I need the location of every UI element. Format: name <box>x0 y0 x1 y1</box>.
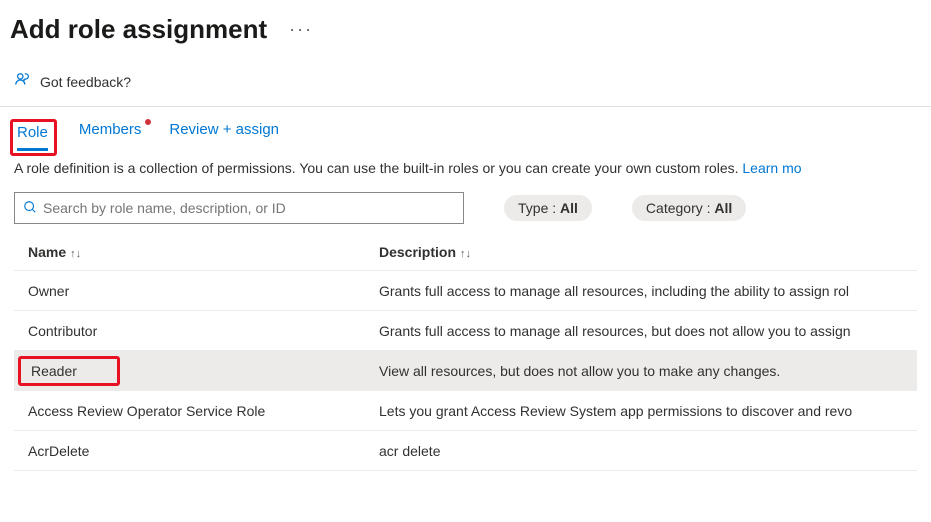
table-row[interactable]: AcrDelete acr delete <box>14 431 917 471</box>
table-header: Name↑↓ Description↑↓ <box>14 234 917 271</box>
feedback-label: Got feedback? <box>40 74 131 90</box>
more-actions-button[interactable]: ··· <box>285 15 317 44</box>
learn-more-link[interactable]: Learn mo <box>742 160 801 176</box>
tab-review-assign[interactable]: Review + assign <box>169 121 279 148</box>
table-row[interactable]: Access Review Operator Service Role Lets… <box>14 391 917 431</box>
role-name: Owner <box>14 283 379 299</box>
filter-type-pill[interactable]: Type : All <box>504 195 592 221</box>
sort-icon: ↑↓ <box>70 248 81 260</box>
search-icon <box>23 200 37 217</box>
tab-members[interactable]: Members <box>79 121 142 148</box>
role-description: View all resources, but does not allow y… <box>379 363 917 379</box>
role-name: Reader <box>31 363 77 379</box>
search-input[interactable] <box>43 200 455 216</box>
feedback-icon <box>14 71 32 92</box>
filter-category-pill[interactable]: Category : All <box>632 195 746 221</box>
role-name: Contributor <box>14 323 379 339</box>
tab-role-highlight: Role <box>10 119 57 156</box>
table-row[interactable]: Owner Grants full access to manage all r… <box>14 271 917 311</box>
sort-icon: ↑↓ <box>460 248 471 260</box>
tab-role[interactable]: Role <box>17 124 48 151</box>
feedback-link[interactable]: Got feedback? <box>0 53 931 106</box>
role-name: AcrDelete <box>14 443 379 459</box>
role-description: Grants full access to manage all resourc… <box>379 283 917 299</box>
required-indicator-icon <box>145 119 151 125</box>
table-row[interactable]: Reader View all resources, but does not … <box>14 351 917 391</box>
page-title: Add role assignment <box>10 14 267 45</box>
column-header-name[interactable]: Name↑↓ <box>14 244 379 260</box>
role-description-text: A role definition is a collection of per… <box>0 148 931 188</box>
role-description: Lets you grant Access Review System app … <box>379 403 917 419</box>
reader-role-highlight: Reader <box>18 356 120 386</box>
role-name: Access Review Operator Service Role <box>14 403 379 419</box>
column-header-description[interactable]: Description↑↓ <box>379 244 917 260</box>
role-description: acr delete <box>379 443 917 459</box>
search-input-container[interactable] <box>14 192 464 224</box>
table-row[interactable]: Contributor Grants full access to manage… <box>14 311 917 351</box>
role-description: Grants full access to manage all resourc… <box>379 323 917 339</box>
